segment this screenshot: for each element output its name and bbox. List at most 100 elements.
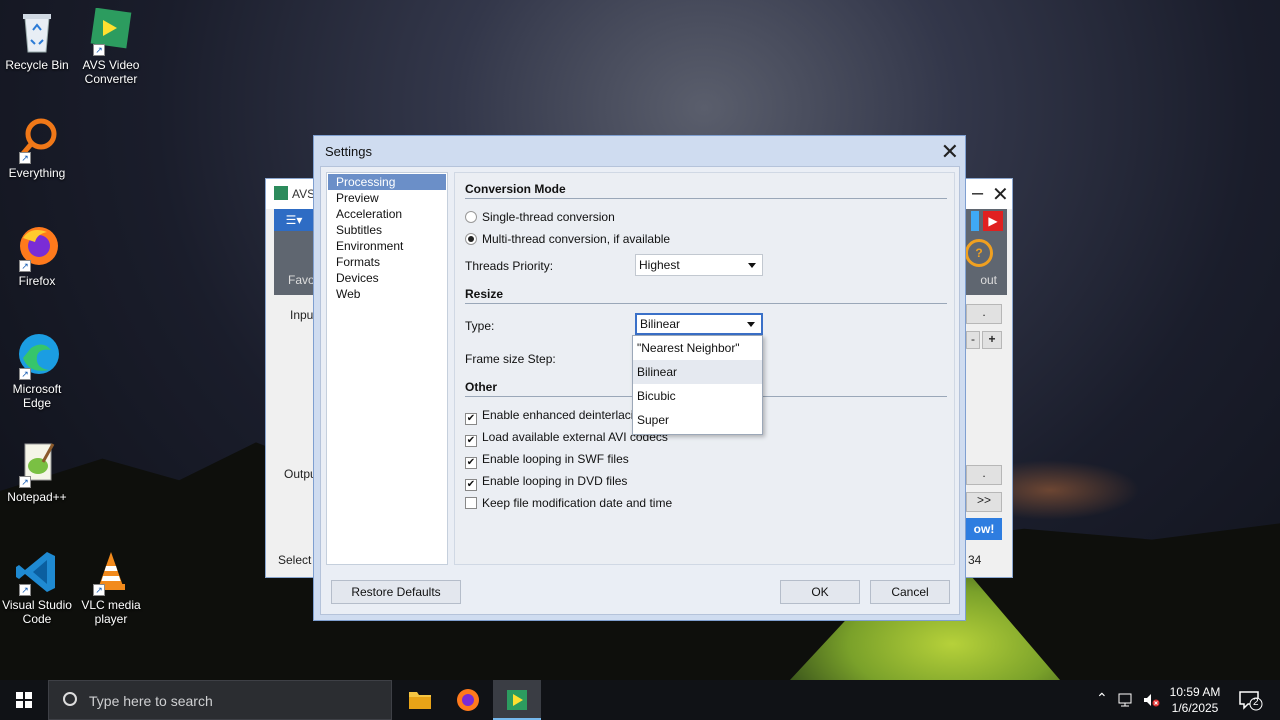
other-checkbox-4[interactable]: Keep file modification date and time [465,496,672,510]
desktop-icon-label: Microsoft Edge [12,382,62,410]
desktop-icon-firefox[interactable]: ↗ Firefox [0,224,77,288]
nav-item-preview[interactable]: Preview [327,190,447,206]
other-checkbox-label: Enable looping in DVD files [482,474,628,488]
shortcut-arrow-icon: ↗ [19,260,31,272]
windows-logo-icon [16,692,32,708]
ok-button[interactable]: OK [780,580,860,604]
nav-item-devices[interactable]: Devices [327,270,447,286]
avs-plus-button[interactable]: + [982,331,1002,349]
shortcut-arrow-icon: ↗ [19,584,31,596]
avs-window-title: AVS [292,187,316,201]
nav-item-formats[interactable]: Formats [327,254,447,270]
avs-minus-button[interactable]: - [966,331,980,349]
threads-priority-select[interactable]: Highest [635,254,763,276]
desktop-icon-avs[interactable]: ↗ AVS Video Converter [71,7,151,86]
close-icon[interactable]: ✕ [992,182,1009,207]
restore-defaults-button[interactable]: Restore Defaults [331,580,461,604]
dropdown-option-bilinear[interactable]: Bilinear [633,360,762,384]
settings-title: Settings [325,144,372,159]
firefox-icon: ↗ [13,224,61,272]
start-button[interactable] [0,680,48,720]
chevron-down-icon [747,322,755,327]
avs-advanced-button[interactable]: >> [966,492,1002,512]
minimize-icon[interactable]: – [972,182,983,205]
multi-thread-label: Multi-thread conversion, if available [482,232,671,246]
desktop-icon-label: VLC media player [81,598,141,626]
taskbar-search-box[interactable]: Type here to search [48,680,392,720]
edge-icon: ↗ [13,332,61,380]
chevron-down-icon [748,263,756,268]
search-placeholder: Type here to search [89,693,213,709]
youtube-icon[interactable]: ▶ [983,211,1003,231]
close-icon[interactable]: ✕ [941,139,959,165]
clock-time: 10:59 AM [1169,685,1221,699]
resize-type-label: Type: [465,319,495,333]
avs-app-icon [274,186,288,200]
other-checkbox-2[interactable]: ✔ Enable looping in SWF files [465,452,629,469]
desktop-icon-vlc[interactable]: ↗ VLC media player [71,548,151,626]
checkbox-unchecked-icon [465,497,477,509]
nav-item-subtitles[interactable]: Subtitles [327,222,447,238]
avs-icon [507,690,527,710]
twitter-icon[interactable] [971,211,979,231]
dropdown-option-super[interactable]: Super [633,408,762,432]
desktop-icon-label: AVS Video Converter [82,58,140,86]
dropdown-option-bicubic[interactable]: Bicubic [633,384,762,408]
other-checkbox-label: Keep file modification date and time [482,496,673,510]
nav-item-environment[interactable]: Environment [327,238,447,254]
desktop-icon-label: Firefox [18,274,56,288]
network-icon[interactable] [1118,692,1136,711]
vscode-icon: ↗ [13,548,61,596]
desktop-icon-notepadpp[interactable]: ↗ Notepad++ [0,440,77,504]
taskbar-firefox[interactable] [444,680,492,720]
dropdown-option-nearest-neighbor[interactable]: "Nearest Neighbor" [633,336,762,360]
help-icon[interactable]: ? [965,239,993,267]
clock-date: 1/6/2025 [1171,701,1219,715]
desktop-icon-label: Everything [8,166,66,180]
conversion-mode-heading: Conversion Mode [465,182,947,199]
desktop-icon-vscode[interactable]: ↗ Visual Studio Code [0,548,77,626]
multi-thread-radio[interactable]: Multi-thread conversion, if available [465,232,670,246]
desktop-icon-recycle-bin[interactable]: Recycle Bin [0,8,77,72]
radio-unselected-icon [465,211,477,223]
avs-status-text: Select [278,553,312,567]
notifications-icon[interactable]: 2 [1238,690,1264,715]
avs-output-label: Outpu [284,467,317,481]
nav-item-web[interactable]: Web [327,286,447,302]
radio-selected-icon [465,233,477,245]
search-icon [63,692,77,706]
avs-menu-button[interactable]: ☰▾ [274,209,314,231]
avs-about-label: out [980,273,997,287]
single-thread-radio[interactable]: Single-thread conversion [465,210,615,224]
taskbar: Type here to search ⌃ 10:59 AM 1/6/2025 … [0,680,1280,720]
everything-icon: ↗ [13,116,61,164]
avs-status-number: 34 [968,553,982,567]
avs-browse-output-button[interactable]: . [966,465,1002,485]
threads-priority-value: Highest [639,258,680,272]
show-hidden-icons-chevron-up-icon[interactable]: ⌃ [1096,690,1108,707]
nav-item-processing[interactable]: Processing [328,174,446,190]
avs-browse-input-button[interactable]: . [966,304,1002,324]
notification-count: 2 [1253,697,1259,708]
volume-muted-icon[interactable] [1142,692,1160,711]
taskbar-clock[interactable]: 10:59 AM 1/6/2025 [1160,684,1230,716]
other-checkbox-0[interactable]: ✔ Enable enhanced deinterlacing m [465,408,660,425]
threads-priority-label: Threads Priority: [465,259,554,273]
taskbar-file-explorer[interactable] [395,680,443,720]
other-checkbox-3[interactable]: ✔ Enable looping in DVD files [465,474,627,491]
notepadpp-icon: ↗ [13,440,61,488]
nav-item-acceleration[interactable]: Acceleration [327,206,447,222]
resize-type-select[interactable]: Bilinear [635,313,763,335]
recycle-bin-icon [13,8,61,56]
settings-titlebar: Settings ✕ [314,136,965,166]
desktop-icon-label: Recycle Bin [5,58,69,72]
desktop-icon-everything[interactable]: ↗ Everything [0,116,77,180]
avs-convert-now-button[interactable]: ow! [966,518,1002,540]
folder-icon [409,692,431,709]
shortcut-arrow-icon: ↗ [19,368,31,380]
desktop-icon-edge[interactable]: ↗ Microsoft Edge [0,332,77,410]
cancel-button[interactable]: Cancel [870,580,950,604]
checkbox-checked-icon: ✔ [465,457,477,469]
vlc-icon: ↗ [87,548,135,596]
taskbar-avs[interactable] [493,680,541,720]
